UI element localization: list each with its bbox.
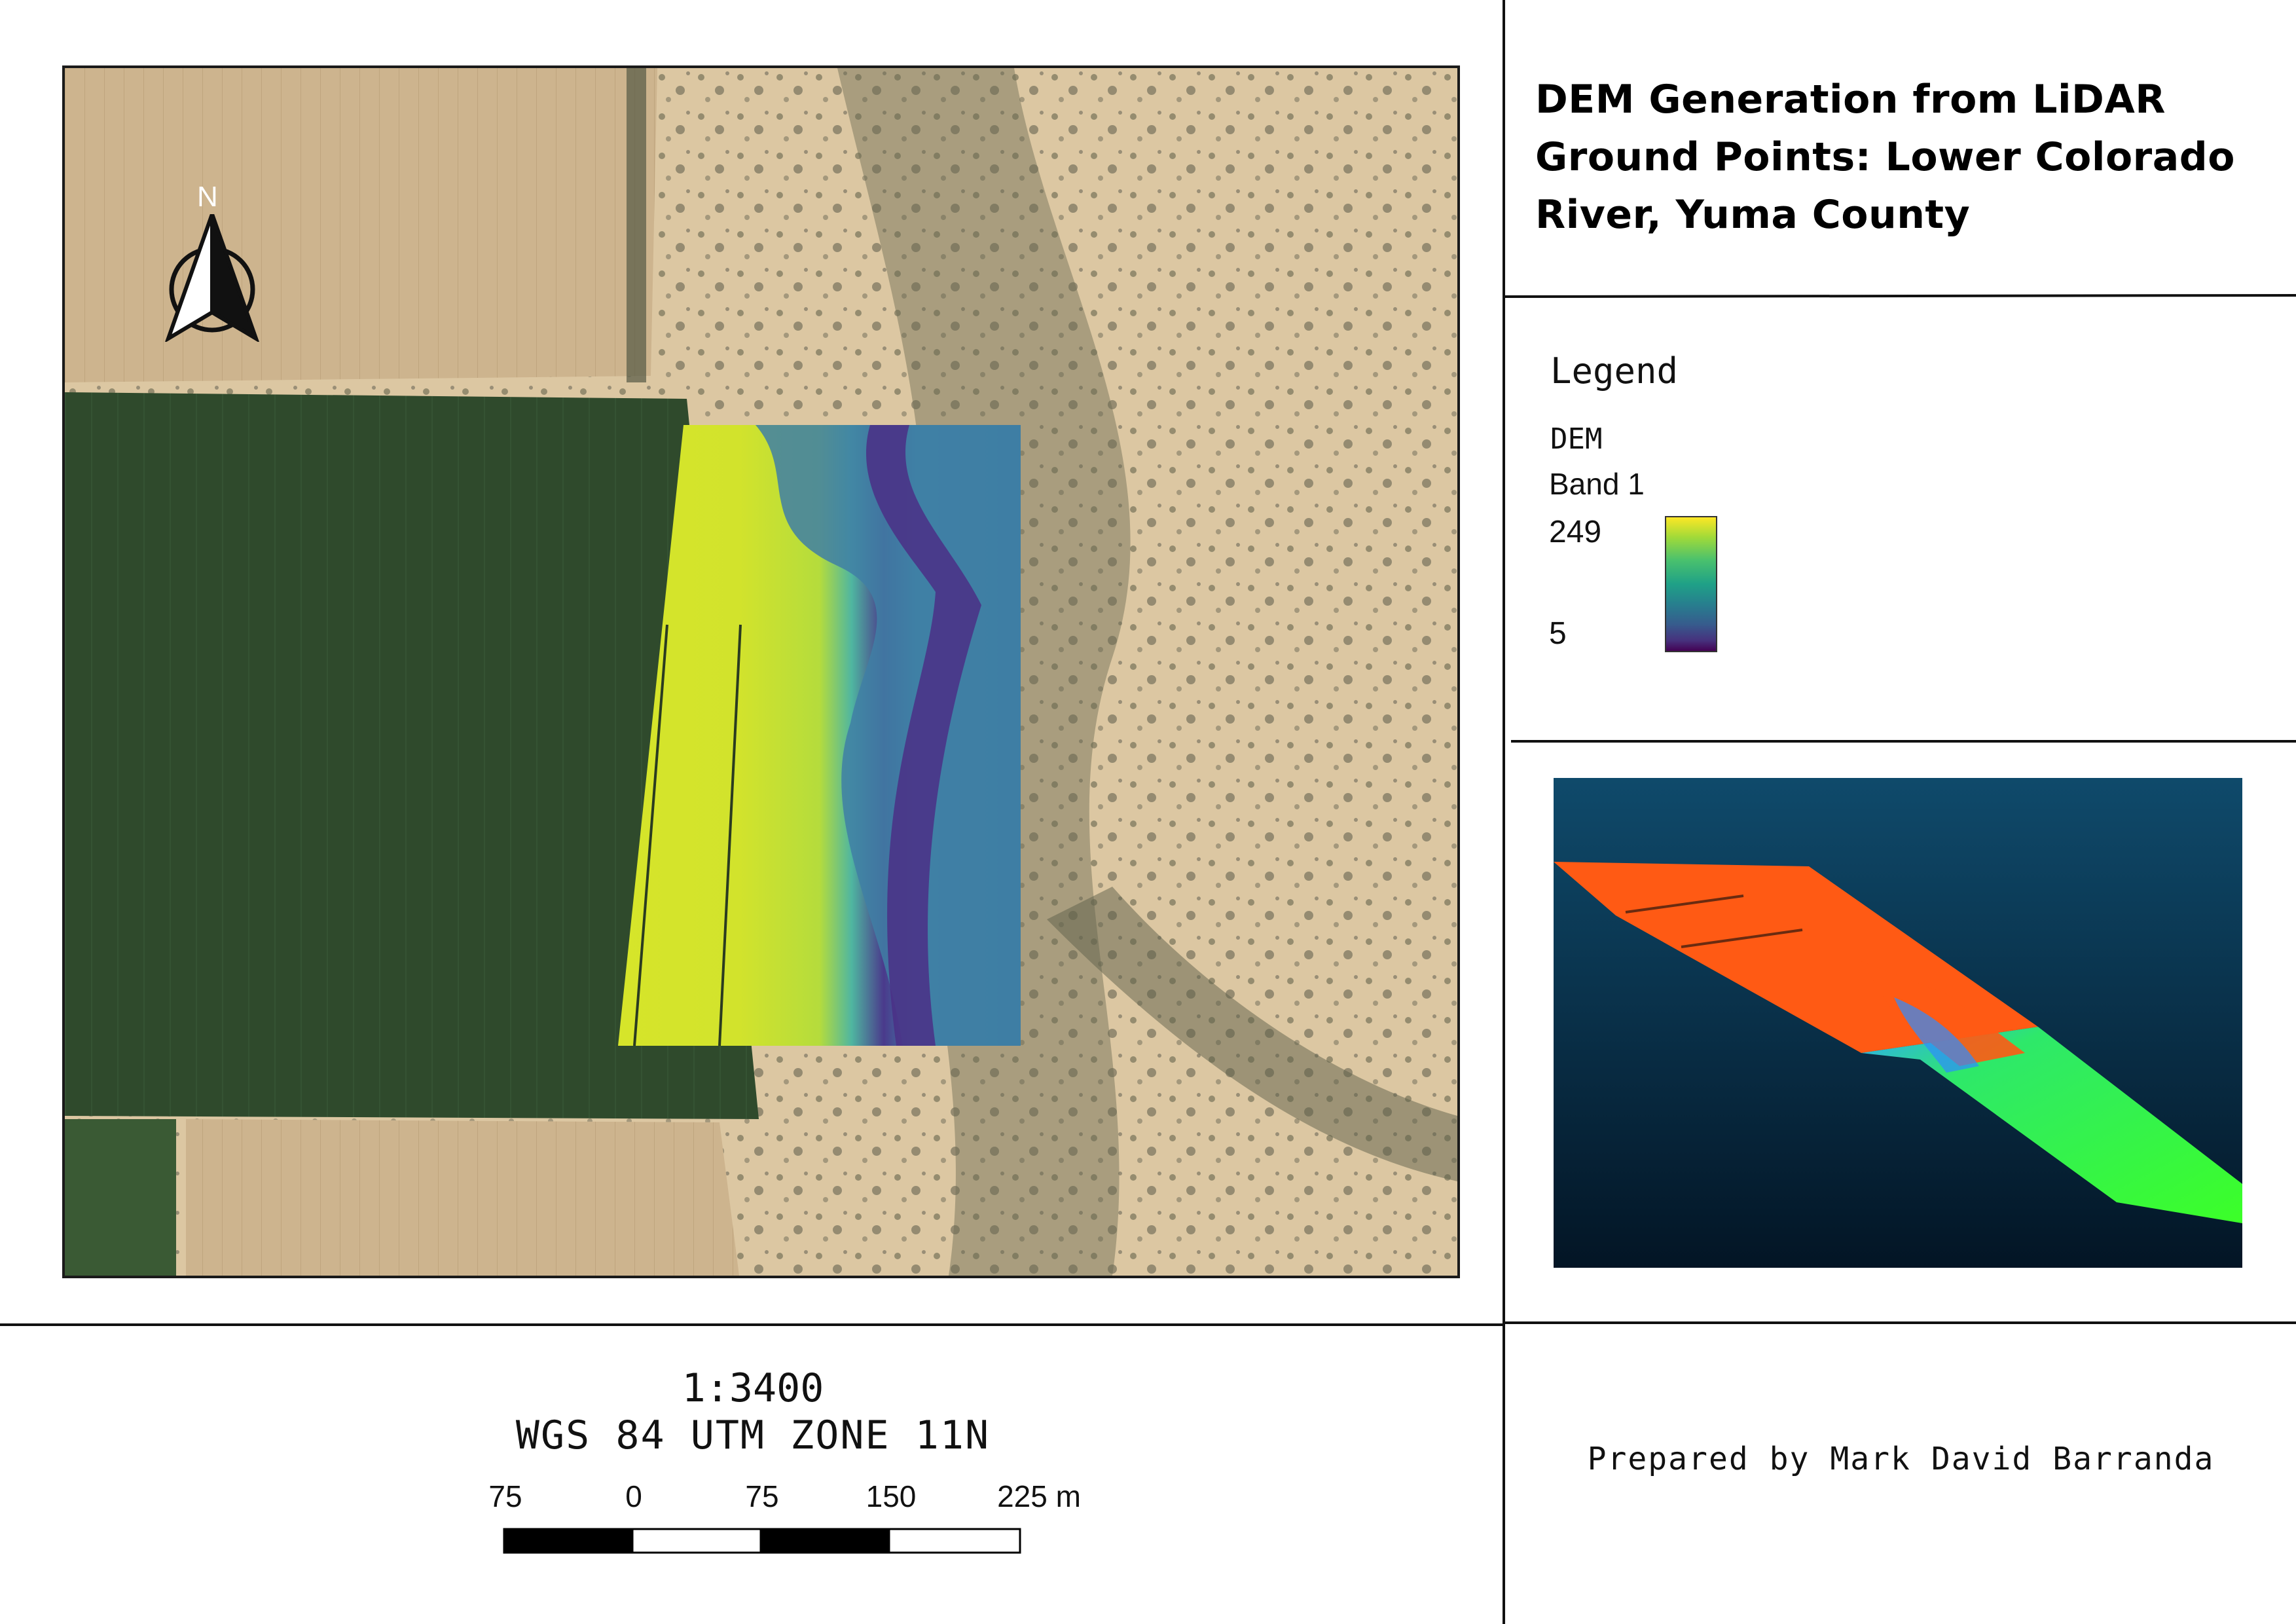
legend-min-value: 5: [1549, 616, 1567, 651]
crs-label: WGS 84 UTM ZONE 11N: [515, 1412, 991, 1458]
legend-band-name: Band 1: [1549, 467, 1645, 501]
scale-tick-label: 75: [745, 1479, 779, 1513]
scale-tick-label: 75: [488, 1479, 522, 1513]
bottom-left-divider: [0, 1323, 1504, 1326]
basemap-satellite-imagery: [65, 68, 1457, 1276]
scale-tick-label: 225 m: [997, 1479, 1081, 1513]
title-divider: [1503, 293, 2296, 299]
legend-max-value: 249: [1549, 515, 1602, 549]
bottom-right-divider: [1504, 1321, 2296, 1324]
legend-color-ramp: [1665, 516, 1717, 652]
scale-tick-label: 150: [866, 1479, 917, 1513]
legend-heading: Legend: [1550, 350, 1679, 392]
legend-divider: [1511, 740, 2296, 743]
point-cloud-inset: [1554, 778, 2242, 1268]
fallow-field-south: [186, 1119, 739, 1276]
author-credit: Prepared by Mark David Barranda: [1587, 1441, 2215, 1477]
scale-bar: [503, 1528, 1021, 1554]
map-frame[interactable]: N: [62, 65, 1460, 1278]
point-cloud-render: [1554, 778, 2242, 1268]
north-arrow-icon: [165, 214, 259, 342]
scale-ratio: 1:3400: [682, 1365, 824, 1411]
legend-layer-name: DEM: [1550, 422, 1603, 456]
fallow-field-north: [65, 68, 657, 382]
north-label: N: [197, 181, 218, 213]
map-title: DEM Generation from LiDAR Ground Points:…: [1535, 77, 2235, 238]
scale-tick-label: 0: [625, 1479, 642, 1513]
north-arrow: N: [163, 181, 261, 342]
